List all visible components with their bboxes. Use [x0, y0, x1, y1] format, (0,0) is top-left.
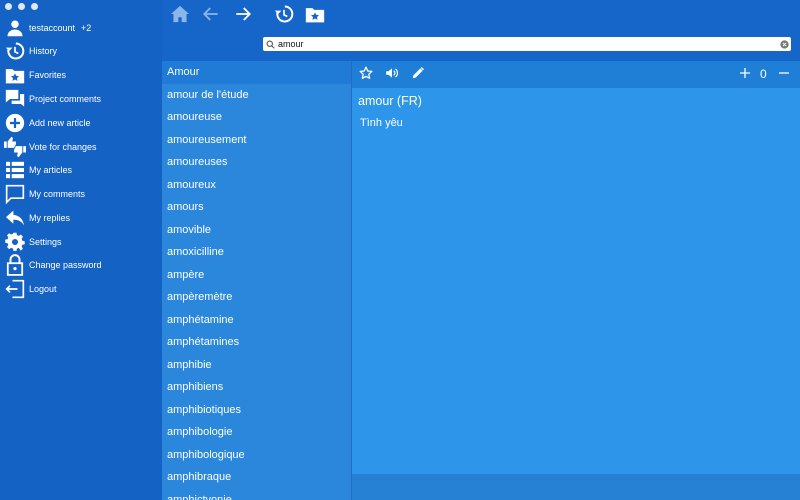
- favorites-folder-icon: [1, 64, 29, 86]
- sidebar-item-label: My replies: [29, 213, 71, 223]
- forward-button[interactable]: [231, 4, 255, 28]
- gear-icon: [1, 231, 29, 253]
- account-item[interactable]: testaccount +2: [0, 17, 162, 39]
- search-icon: [263, 40, 277, 49]
- list-item[interactable]: amphibiens: [162, 376, 351, 399]
- article-pane: 0 amour (FR) Tình yêu: [351, 61, 800, 500]
- search-input[interactable]: [277, 38, 777, 50]
- list-item[interactable]: amours: [162, 196, 351, 219]
- comments-icon: [1, 88, 29, 110]
- sidebar-item-label: Settings: [29, 237, 62, 247]
- article-toolbar: 0: [352, 61, 800, 88]
- list-item[interactable]: amphibologique: [162, 444, 351, 467]
- sidebar-item-add-new-article[interactable]: Add new article: [0, 112, 162, 134]
- list-item[interactable]: Amour: [162, 61, 351, 84]
- top-toolbar: [162, 0, 800, 61]
- word-list: Amour amour de l'étude amoureuse amoureu…: [162, 61, 351, 500]
- sidebar-item-project-comments[interactable]: Project comments: [0, 88, 162, 110]
- list-item[interactable]: amovible: [162, 219, 351, 242]
- sidebar-item-vote-for-changes[interactable]: Vote for changes: [0, 136, 162, 158]
- sidebar-item-my-replies[interactable]: My replies: [0, 207, 162, 229]
- sidebar-item-history[interactable]: History: [0, 40, 162, 62]
- list-item[interactable]: amphibologie: [162, 421, 351, 444]
- list-item[interactable]: amoureusement: [162, 129, 351, 152]
- add-circle-icon: [1, 112, 29, 134]
- arrow-left-icon: [202, 5, 220, 28]
- home-button[interactable]: [168, 4, 192, 28]
- sidebar-item-my-comments[interactable]: My comments: [0, 183, 162, 205]
- clear-search-icon[interactable]: [777, 39, 791, 49]
- sidebar-item-change-password[interactable]: Change password: [0, 254, 162, 276]
- sidebar-item-label: Vote for changes: [29, 142, 97, 152]
- sidebar-item-label: Project comments: [29, 94, 102, 104]
- list-item[interactable]: amphétamine: [162, 309, 351, 332]
- close-window-dot[interactable]: [5, 3, 12, 10]
- logout-icon: [1, 278, 29, 300]
- list-item[interactable]: amoureux: [162, 174, 351, 197]
- pencil-icon: [411, 66, 425, 85]
- minimize-window-dot[interactable]: [18, 3, 25, 10]
- reply-icon: [1, 207, 29, 229]
- sidebar-item-label: Favorites: [29, 70, 67, 80]
- sidebar: testaccount +2 History Favorites Project…: [0, 0, 162, 500]
- favorite-button[interactable]: [356, 65, 376, 85]
- arrow-right-icon: [234, 5, 252, 28]
- history-button[interactable]: [272, 4, 296, 28]
- list-item[interactable]: amphibraque: [162, 466, 351, 489]
- sidebar-item-label: Logout: [29, 284, 57, 294]
- lock-icon: [1, 254, 29, 276]
- sidebar-item-label: Add new article: [29, 118, 91, 128]
- list-item[interactable]: amphétamines: [162, 331, 351, 354]
- thumbs-up-down-icon: [1, 136, 29, 158]
- back-button[interactable]: [199, 4, 223, 28]
- home-icon: [170, 5, 190, 28]
- window-controls: [5, 3, 38, 10]
- list-item[interactable]: amoxicilline: [162, 241, 351, 264]
- zoom-level: 0: [760, 67, 767, 81]
- history-icon: [274, 4, 294, 29]
- sidebar-item-label: History: [29, 46, 58, 56]
- list-item[interactable]: amphictyonie: [162, 489, 351, 500]
- zoom-in-button[interactable]: [735, 65, 755, 85]
- sidebar-item-label: My articles: [29, 165, 73, 175]
- zoom-window-dot[interactable]: [31, 3, 38, 10]
- article-headword: amour (FR): [358, 94, 422, 108]
- list-item[interactable]: amphibiotiques: [162, 399, 351, 422]
- speaker-icon: [385, 66, 399, 85]
- sidebar-item-label: My comments: [29, 189, 86, 199]
- article-footer: [352, 474, 800, 500]
- zoom-out-button[interactable]: [774, 65, 794, 85]
- sidebar-item-my-articles[interactable]: My articles: [0, 159, 162, 181]
- favorites-folder-icon: [305, 5, 325, 28]
- search-bar: [263, 37, 791, 51]
- account-name: testaccount: [29, 23, 76, 33]
- sidebar-item-logout[interactable]: Logout: [0, 278, 162, 300]
- star-outline-icon: [359, 66, 373, 85]
- minus-icon: [778, 66, 790, 84]
- user-icon: [1, 17, 29, 39]
- list-item[interactable]: amphibie: [162, 354, 351, 377]
- sidebar-item-settings[interactable]: Settings: [0, 231, 162, 253]
- comment-bubble-icon: [1, 183, 29, 205]
- history-icon: [1, 40, 29, 62]
- plus-icon: [739, 66, 751, 84]
- list-item[interactable]: amour de l'étude: [162, 84, 351, 107]
- list-item[interactable]: ampère: [162, 264, 351, 287]
- list-item[interactable]: ampèremètre: [162, 286, 351, 309]
- list-item[interactable]: amoureuses: [162, 151, 351, 174]
- sidebar-item-favorites[interactable]: Favorites: [0, 64, 162, 86]
- favorites-button[interactable]: [303, 4, 327, 28]
- article-translation: Tình yêu: [360, 117, 403, 129]
- pronounce-button[interactable]: [382, 65, 402, 85]
- edit-button[interactable]: [408, 65, 428, 85]
- account-extra-count: +2: [81, 23, 92, 33]
- sidebar-item-label: Change password: [29, 260, 102, 270]
- list-icon: [1, 159, 29, 181]
- list-item[interactable]: amoureuse: [162, 106, 351, 129]
